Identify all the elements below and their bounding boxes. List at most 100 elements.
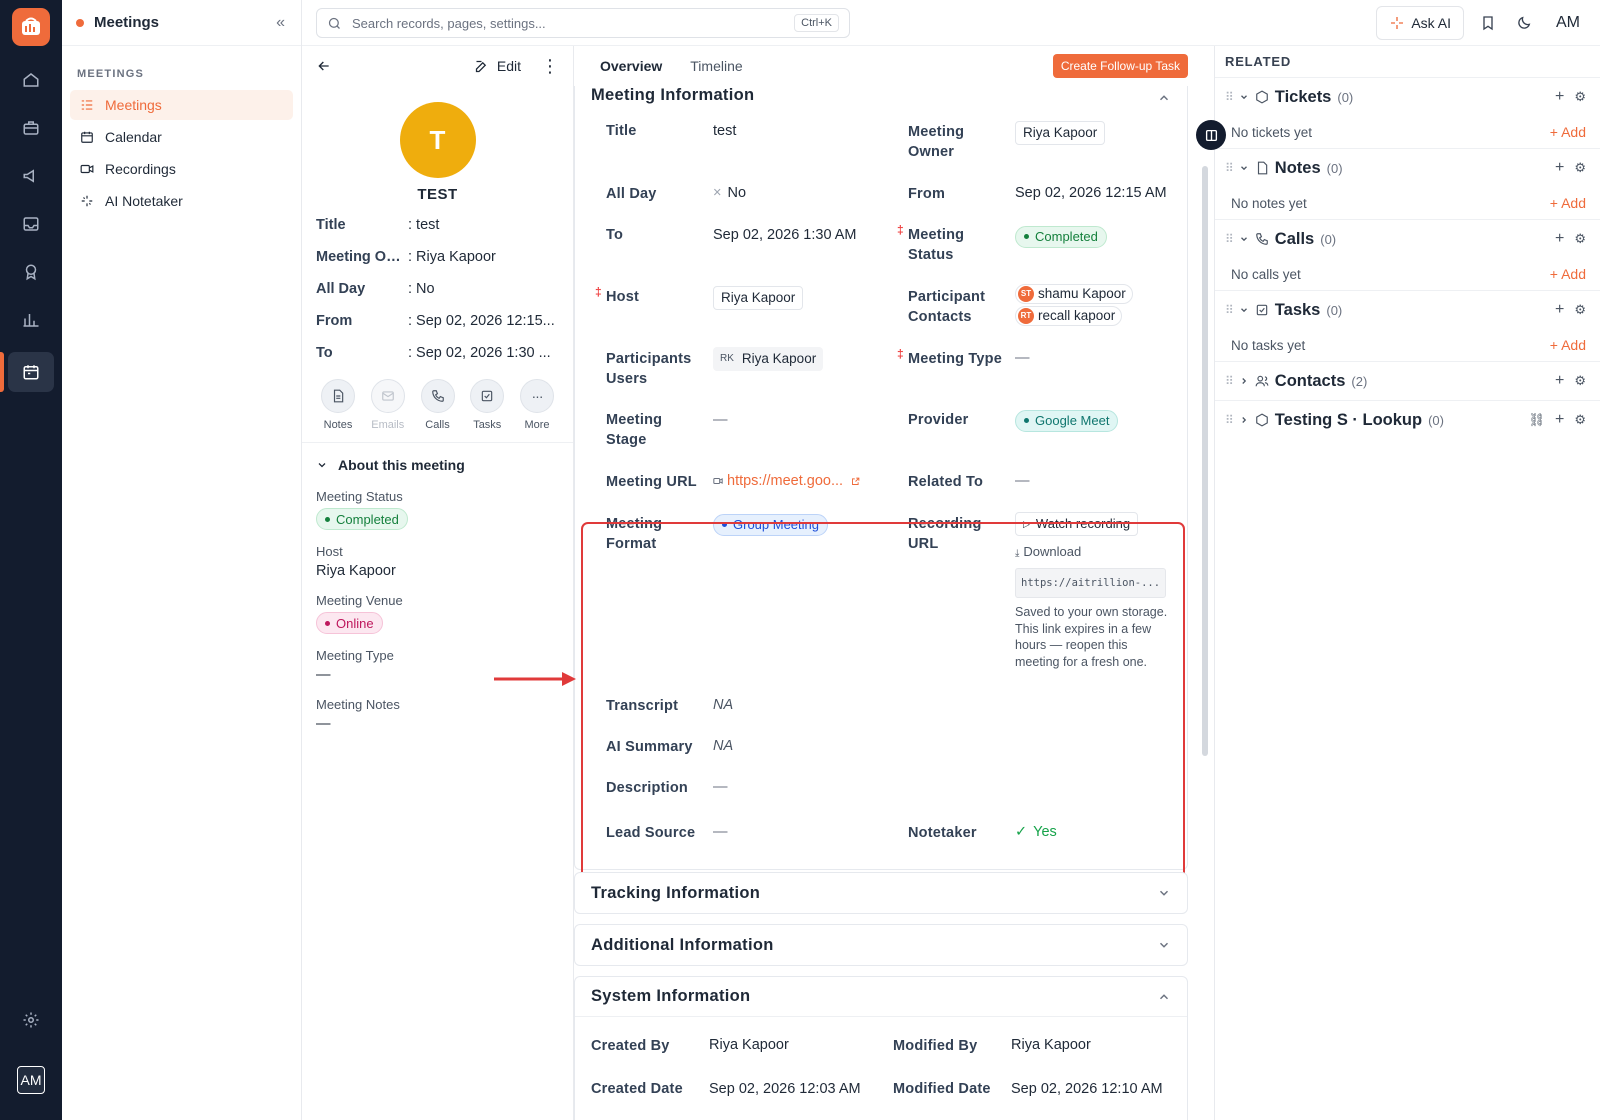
megaphone-icon[interactable] xyxy=(8,156,54,196)
calendar-icon[interactable] xyxy=(8,352,54,392)
plus-icon[interactable]: + xyxy=(1555,230,1564,248)
related-section-notes: ⠿ Notes (0) + ⚙ No notes yet + Add xyxy=(1215,149,1600,220)
nav-item-label: Calendar xyxy=(105,129,162,145)
drag-handle-icon[interactable]: ⠿ xyxy=(1225,413,1234,427)
gear-icon[interactable]: ⚙ xyxy=(1574,373,1586,389)
status-badge[interactable]: Completed xyxy=(1015,225,1107,248)
nav-item-calendar[interactable]: Calendar xyxy=(70,122,293,152)
gear-icon[interactable]: ⚙ xyxy=(1574,231,1586,247)
user-avatar[interactable]: AM xyxy=(1552,7,1584,39)
provider-badge[interactable]: Google Meet xyxy=(1015,409,1119,432)
related-section-header[interactable]: ⠿ Testing S · Lookup (0) ⛓ + ⚙ xyxy=(1225,401,1586,439)
allday-value[interactable]: × No xyxy=(713,183,746,203)
main-scrollbar[interactable] xyxy=(1202,92,1208,1112)
settings-icon[interactable] xyxy=(8,1000,54,1040)
collapse-icon[interactable]: « xyxy=(276,14,285,32)
chart-icon[interactable] xyxy=(8,300,54,340)
add-ticket-link[interactable]: + Add xyxy=(1550,124,1586,140)
drag-handle-icon[interactable]: ⠿ xyxy=(1225,303,1234,317)
gear-icon[interactable]: ⚙ xyxy=(1574,89,1586,105)
tab-timeline[interactable]: Timeline xyxy=(676,46,756,86)
top-bar: Search records, pages, settings... Ctrl+… xyxy=(302,0,1600,46)
gear-icon[interactable]: ⚙ xyxy=(1574,412,1586,428)
to-value[interactable]: Sep 02, 2026 1:30 AM xyxy=(713,225,857,245)
host-chip[interactable]: Riya Kapoor xyxy=(713,286,804,310)
plus-icon[interactable]: + xyxy=(1555,301,1564,319)
gear-icon[interactable]: ⚙ xyxy=(1574,302,1586,318)
about-host-label: Host xyxy=(316,544,343,559)
tasks-action-button[interactable]: Tasks xyxy=(469,379,505,442)
calendar-icon xyxy=(81,131,93,143)
meeting-type-value[interactable]: — xyxy=(1015,348,1030,368)
contact-chip[interactable]: ST shamu Kapoor xyxy=(1015,284,1133,304)
main-panel: Overview Timeline Create Follow-up Task … xyxy=(574,46,1214,1120)
drag-handle-icon[interactable]: ⠿ xyxy=(1225,374,1234,388)
field-value: : No xyxy=(408,281,435,297)
additional-information-card[interactable]: Additional Information xyxy=(574,924,1188,966)
drag-handle-icon[interactable]: ⠿ xyxy=(1225,232,1234,246)
section-count: (0) xyxy=(1428,412,1444,428)
add-call-link[interactable]: + Add xyxy=(1550,266,1586,282)
chevron-up-icon xyxy=(1159,993,1169,999)
create-follow-up-task-button[interactable]: Create Follow-up Task xyxy=(1052,54,1188,78)
nav-item-meetings[interactable]: Meetings xyxy=(70,90,293,120)
scrollbar-thumb[interactable] xyxy=(1202,166,1208,756)
ask-ai-label: Ask AI xyxy=(1411,15,1451,31)
related-section-header[interactable]: ⠿ Contacts (2) + ⚙ xyxy=(1225,362,1586,400)
moon-icon[interactable] xyxy=(1516,15,1532,31)
meeting-url-text: https://meet.goo... xyxy=(727,473,844,489)
x-icon: × xyxy=(713,185,722,201)
card-header[interactable]: System Information xyxy=(575,977,1187,1017)
gear-icon[interactable]: ⚙ xyxy=(1574,160,1586,176)
link-icon[interactable]: ⛓ xyxy=(1528,412,1545,428)
more-action-button[interactable]: ··· More xyxy=(519,379,555,442)
home-icon[interactable] xyxy=(8,60,54,100)
drag-handle-icon[interactable]: ⠿ xyxy=(1225,90,1234,104)
bookmark-icon[interactable] xyxy=(1480,15,1496,31)
kebab-menu-icon[interactable]: ⋮ xyxy=(541,57,559,75)
search-input[interactable]: Search records, pages, settings... Ctrl+… xyxy=(316,8,850,38)
panel-toggle-icon[interactable] xyxy=(1196,120,1226,150)
briefcase-icon[interactable] xyxy=(8,108,54,148)
notes-action-button[interactable]: Notes xyxy=(320,379,356,442)
about-toggle[interactable]: About this meeting xyxy=(316,457,559,473)
tracking-information-card[interactable]: Tracking Information xyxy=(574,872,1188,914)
add-task-link[interactable]: + Add xyxy=(1550,337,1586,353)
user-chip[interactable]: RK Riya Kapoor xyxy=(713,347,824,371)
related-section-header[interactable]: ⠿ Calls (0) + ⚙ xyxy=(1225,220,1586,258)
back-arrow-icon[interactable] xyxy=(316,58,332,74)
system-information-card: System Information Created By Riya Kapoo… xyxy=(574,976,1188,1120)
emails-action-button[interactable]: Emails xyxy=(370,379,406,442)
related-section-header[interactable]: ⠿ Tasks (0) + ⚙ xyxy=(1225,291,1586,329)
owner-chip[interactable]: Riya Kapoor xyxy=(1015,121,1106,145)
plus-icon[interactable]: + xyxy=(1555,88,1564,106)
related-section-header[interactable]: ⠿ Notes (0) + ⚙ xyxy=(1225,149,1586,187)
contact-chip[interactable]: RT recall kapoor xyxy=(1015,306,1123,326)
plus-icon[interactable]: + xyxy=(1555,372,1564,390)
award-icon[interactable] xyxy=(8,252,54,292)
tab-overview[interactable]: Overview xyxy=(586,46,676,86)
nav-item-ai-notetaker[interactable]: AI Notetaker xyxy=(70,186,293,216)
meeting-url-link[interactable]: https://meet.goo... xyxy=(713,471,860,491)
field-label: Participants Users xyxy=(606,351,692,387)
nav-item-recordings[interactable]: Recordings xyxy=(70,154,293,184)
inbox-icon[interactable] xyxy=(8,204,54,244)
required-pin-icon: ‡ xyxy=(595,285,602,299)
title-value[interactable]: test xyxy=(713,121,736,141)
drag-handle-icon[interactable]: ⠿ xyxy=(1225,161,1234,175)
edit-button[interactable]: Edit xyxy=(474,58,521,74)
stage-value[interactable]: — xyxy=(713,410,728,430)
calls-action-button[interactable]: Calls xyxy=(420,379,456,442)
plus-icon[interactable]: + xyxy=(1555,411,1564,429)
section-title: Notes xyxy=(1274,158,1321,177)
app-logo[interactable] xyxy=(12,8,50,46)
user-avatar[interactable]: AM xyxy=(17,1066,45,1094)
ask-ai-button[interactable]: Ask AI xyxy=(1376,6,1464,40)
plus-icon[interactable]: + xyxy=(1555,159,1564,177)
from-value[interactable]: Sep 02, 2026 12:15 AM xyxy=(1015,183,1167,203)
add-note-link[interactable]: + Add xyxy=(1550,195,1586,211)
related-section-header[interactable]: ⠿ Tickets (0) + ⚙ xyxy=(1225,78,1586,116)
field-label: All Day xyxy=(606,186,657,202)
related-to-value[interactable]: — xyxy=(1015,471,1030,491)
record-field-title: Title: test xyxy=(302,209,573,241)
